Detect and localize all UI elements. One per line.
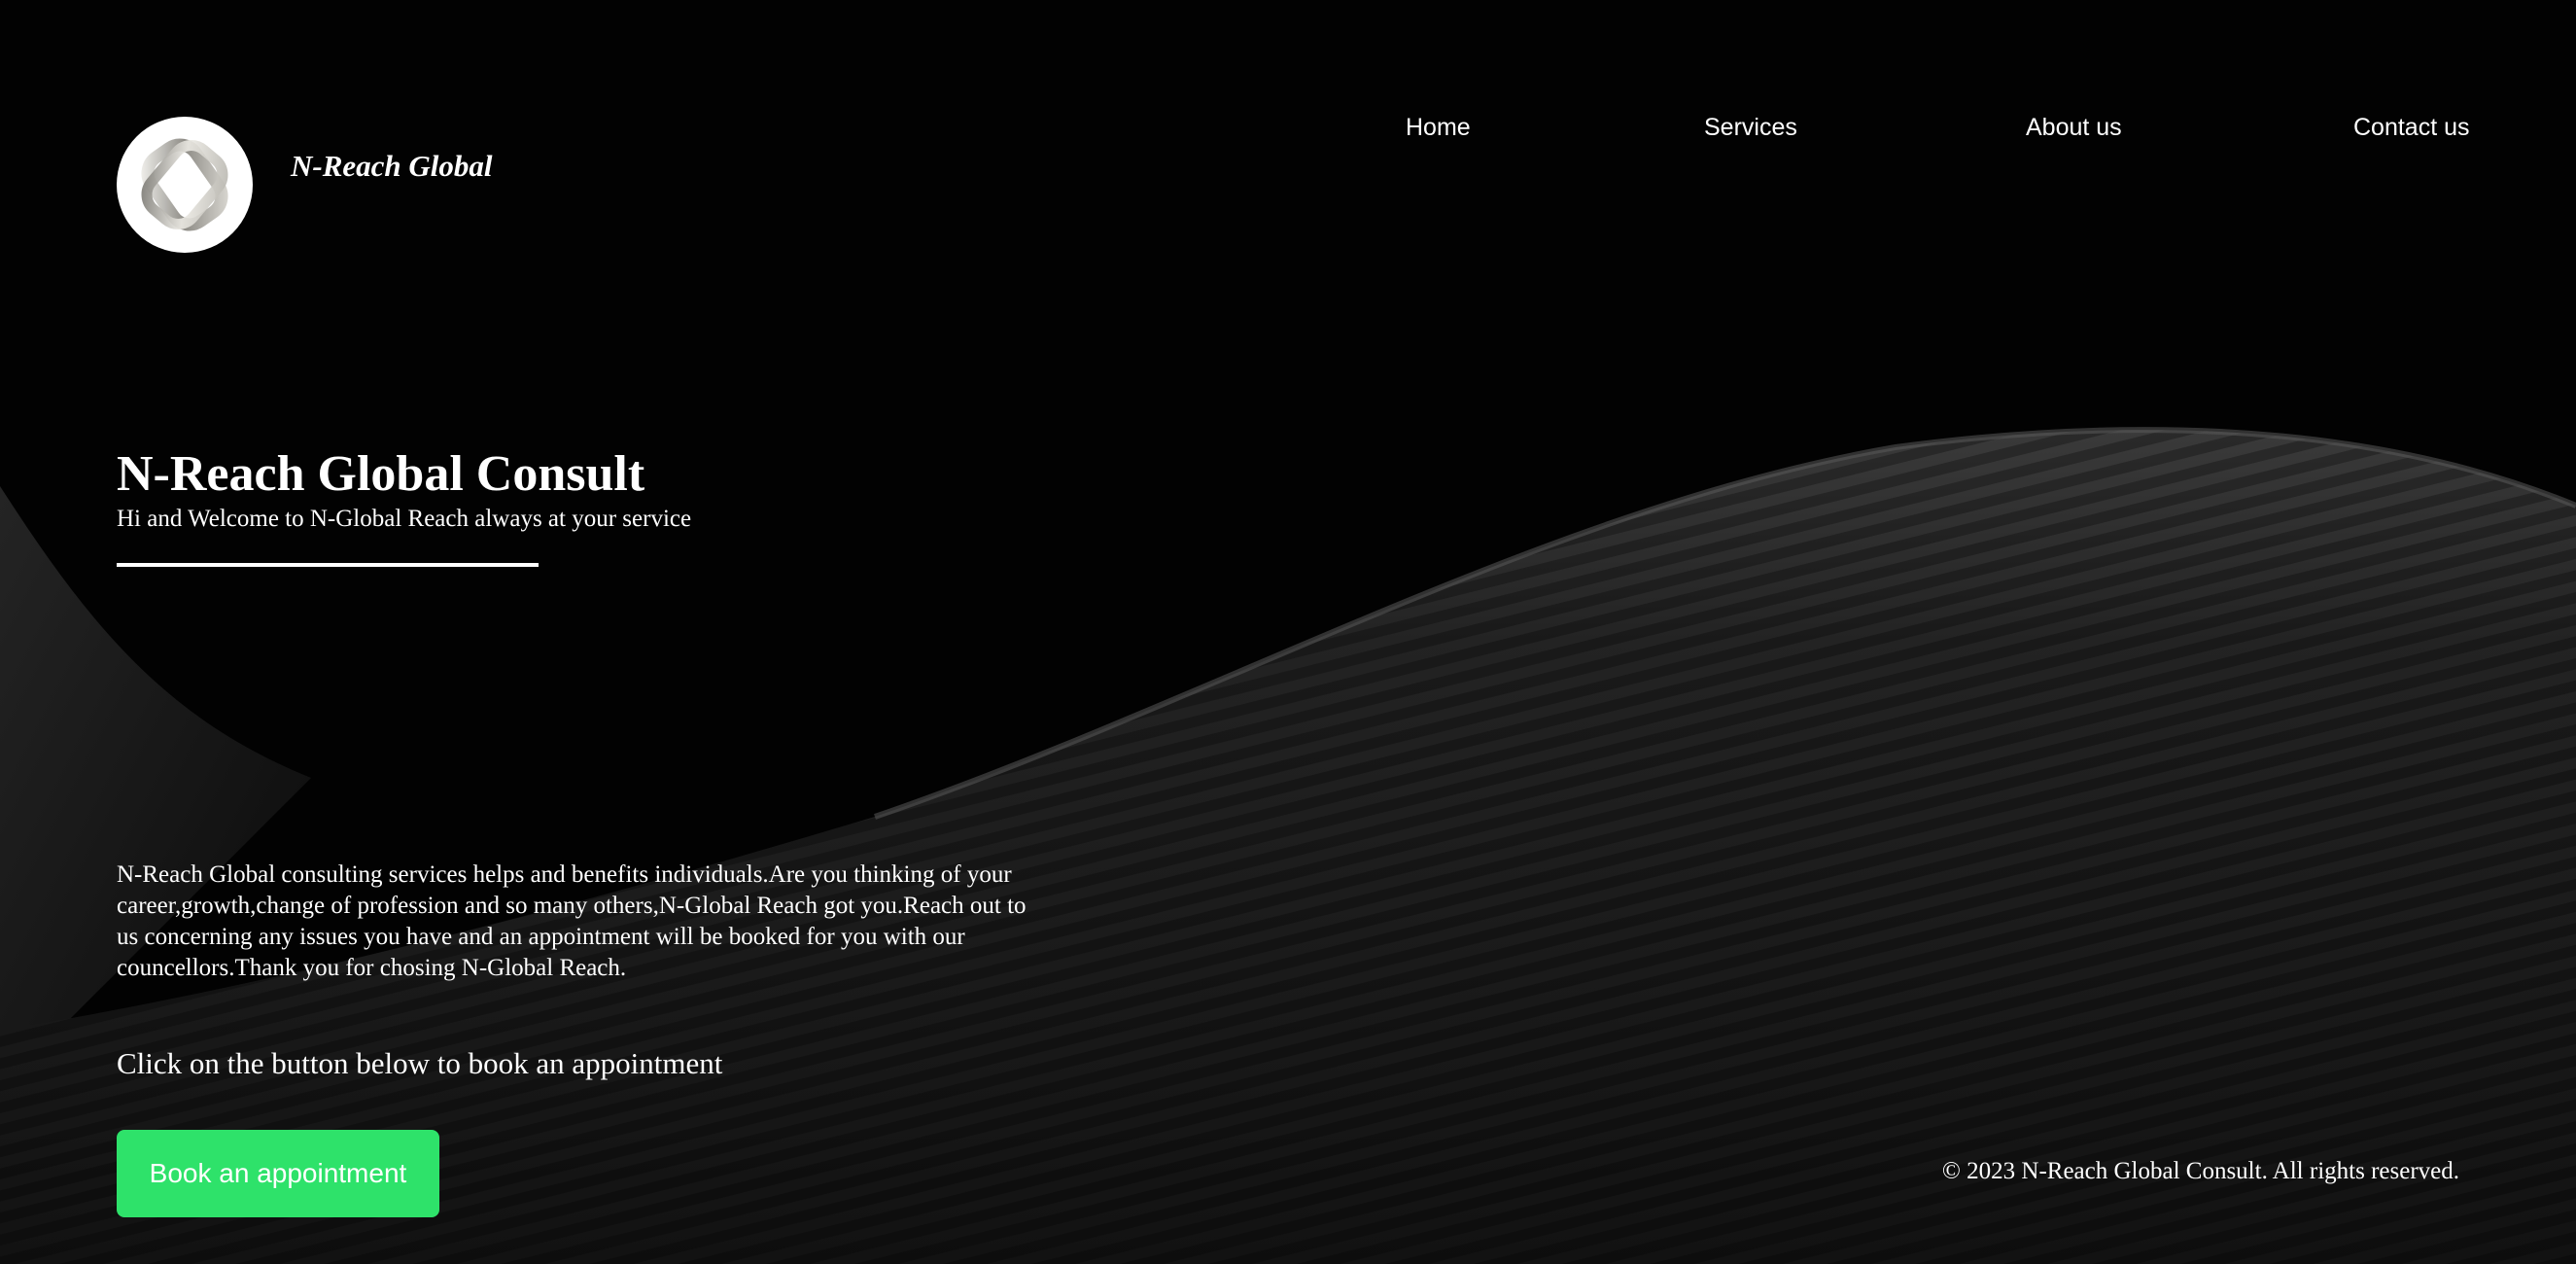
book-appointment-button[interactable]: Book an appointment [117,1130,439,1217]
copyright-notice: © 2023 N-Reach Global Consult. All right… [1941,1158,2459,1184]
welcome-subtitle: Hi and Welcome to N-Global Reach always … [117,506,692,532]
appointment-prompt: Click on the button below to book an app… [117,1046,723,1080]
nav-home[interactable]: Home [1406,114,1471,142]
landing-page: N-Reach Global Home Services About us Co… [0,0,2576,1264]
brand-name[interactable]: N-Reach Global [291,149,493,184]
nav-services[interactable]: Services [1704,114,1797,142]
title-divider [117,563,539,567]
nav-about-us[interactable]: About us [2026,114,2122,142]
main-nav: Home Services About us Contact us [0,114,2576,153]
page-title: N-Reach Global Consult [117,446,645,502]
nav-contact-us[interactable]: Contact us [2353,114,2470,142]
intro-paragraph: N-Reach Global consulting services helps… [117,861,1027,981]
